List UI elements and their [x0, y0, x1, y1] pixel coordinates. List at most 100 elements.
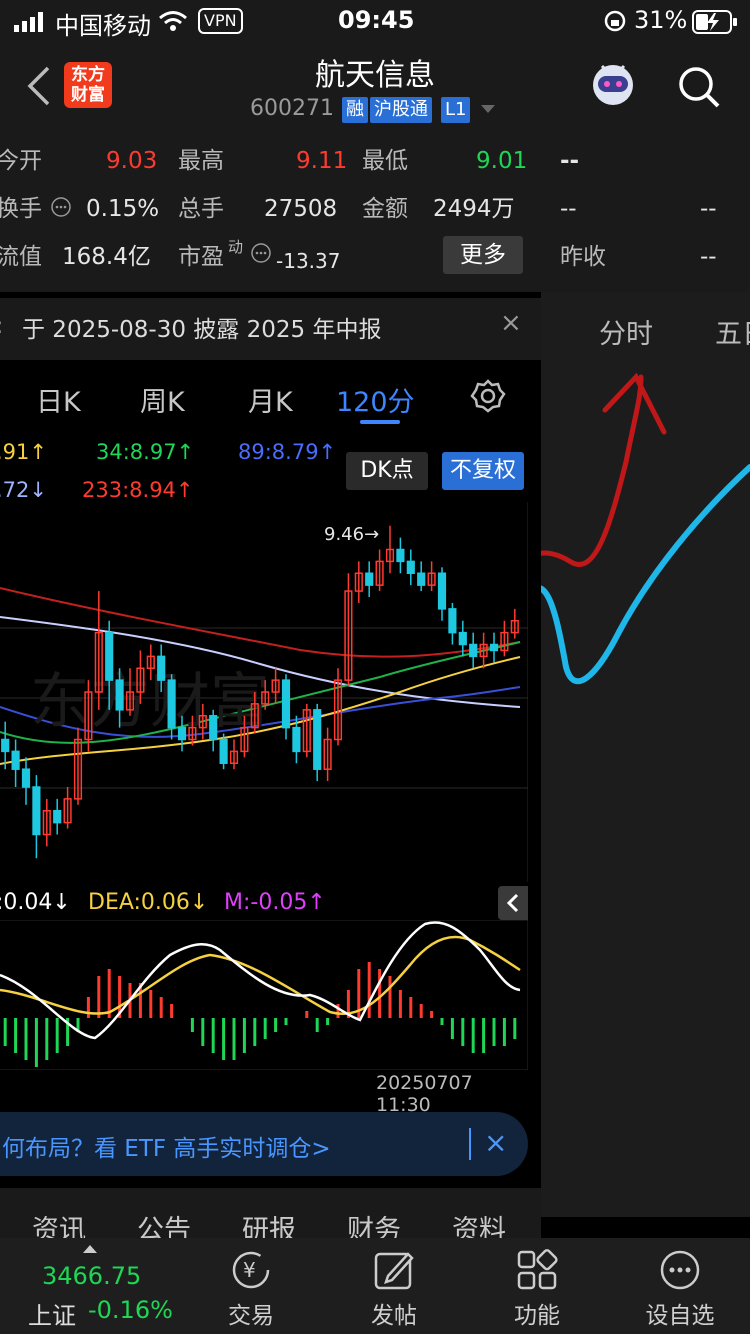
open-label: 今开: [0, 148, 42, 174]
right-value-1: --: [560, 196, 577, 222]
svg-text:¥: ¥: [243, 1258, 256, 1282]
vpn-badge: VPN: [198, 8, 243, 34]
candle-body: [313, 709, 322, 770]
candle-body: [417, 572, 426, 586]
robot-assistant-icon[interactable]: [588, 60, 638, 110]
trade-tab-label[interactable]: 交易: [191, 1296, 311, 1330]
candle-body: [115, 679, 124, 711]
info-icon[interactable]: [250, 242, 272, 264]
candle-body: [32, 786, 41, 836]
macd-legend-m: M:-0.05↑: [224, 890, 326, 915]
ma-legend-233: 233:8.94↑: [82, 478, 194, 502]
dea-line: [0, 935, 521, 1015]
high-value: 9.11: [296, 148, 348, 174]
open-value: 9.03: [106, 148, 158, 174]
banner-close-button[interactable]: ×: [484, 1126, 507, 1159]
candle-body: [209, 715, 218, 741]
candle-body: [167, 679, 176, 729]
right-price: --: [560, 148, 580, 174]
rotation-lock-icon: [604, 10, 626, 32]
post-icon[interactable]: [372, 1248, 416, 1292]
ma-legend-34: 34:8.97↑: [96, 440, 195, 464]
tab-120min[interactable]: 120分: [336, 380, 415, 419]
turnover-value: 0.15%: [86, 196, 160, 222]
candle-body: [177, 726, 187, 741]
function-grid-icon[interactable]: [515, 1248, 559, 1292]
watchlist-tab-label[interactable]: 设自选: [620, 1296, 740, 1330]
hand-drawn-annotation: [541, 372, 750, 685]
tab-announcements[interactable]: 公告: [137, 1208, 191, 1238]
tab-research[interactable]: 研报: [242, 1208, 296, 1238]
collapse-panel-button[interactable]: [498, 886, 528, 920]
ma-legend-89: 89:8.79↑: [238, 440, 337, 464]
mcap-label: 流值: [0, 244, 42, 270]
candle-body: [458, 631, 467, 646]
more-dots-icon[interactable]: [658, 1248, 702, 1292]
candle-body: [281, 679, 291, 729]
intraday-panel: 分时 五日: [541, 292, 750, 1217]
index-value[interactable]: 3466.75: [42, 1262, 141, 1290]
tab-daily-k[interactable]: 日K: [36, 380, 81, 419]
candle-body: [448, 608, 457, 634]
pe-label: 市盈: [178, 244, 224, 270]
candle-body: [396, 548, 405, 563]
macd-legend-dea: DEA:0.06↓: [88, 890, 209, 915]
tab-profile[interactable]: 资料: [452, 1208, 506, 1238]
banner-text[interactable]: 何布局？看 ETF 高手实时调仓>: [2, 1129, 331, 1163]
macd-legend-dif: :0.04↓: [0, 890, 71, 915]
trade-icon[interactable]: ¥: [229, 1248, 273, 1292]
battery-icon: [692, 10, 737, 34]
tab-monthly-k[interactable]: 月K: [248, 380, 293, 419]
candle-body: [53, 810, 62, 824]
up-arrow-icon: [83, 1245, 97, 1253]
right-value-2: --: [700, 196, 717, 222]
candle-body: [105, 631, 114, 681]
dropdown-icon[interactable]: [480, 104, 496, 114]
candle-body: [406, 560, 415, 574]
peak-price-label: 9.46→: [324, 524, 379, 545]
notice-bar[interactable]: : 于 2025-08-30 披露 2025 年中报 ×: [0, 298, 541, 360]
candle-body: [365, 572, 374, 586]
pe-value: -13.37: [276, 249, 341, 273]
carrier: 中国移动: [55, 12, 151, 40]
post-tab-label[interactable]: 发帖: [334, 1296, 454, 1330]
kline-chart[interactable]: .91↑ 34:8.97↑ 89:8.79↑ .72↓ 233:8.94↑ DK…: [0, 432, 528, 1116]
prev-close-label: 昨收: [560, 244, 606, 270]
index-name[interactable]: 上证: [28, 1296, 76, 1331]
candle-body: [1, 738, 10, 753]
info-tabs: 资讯 公告 研报 财务 资料: [0, 1188, 541, 1238]
candle-body: [11, 750, 20, 770]
tab-news[interactable]: 资讯: [32, 1208, 86, 1238]
volume-value: 27508: [264, 196, 338, 222]
tab-financials[interactable]: 财务: [347, 1208, 401, 1238]
low-label: 最低: [362, 148, 408, 174]
mcap-value: 168.4亿: [62, 244, 151, 270]
index-change[interactable]: -0.16%: [88, 1296, 173, 1324]
candle-body: [157, 655, 166, 681]
amount-value: 2494万: [433, 196, 515, 222]
wifi-icon: [159, 11, 187, 31]
active-tab-indicator: [360, 420, 400, 424]
candle-body: [21, 768, 31, 788]
settings-icon[interactable]: [470, 378, 506, 414]
dk-point-button[interactable]: DK点: [346, 452, 428, 490]
banner-divider: [469, 1128, 471, 1160]
volume-label: 总手: [178, 196, 224, 222]
notice-icon: :: [0, 314, 3, 339]
period-tabs: 日K 周K 月K 120分: [0, 360, 541, 432]
more-button[interactable]: 更多: [443, 236, 523, 274]
amount-label: 金额: [362, 196, 408, 222]
candle-body: [437, 572, 447, 610]
clock: 09:45: [338, 6, 415, 34]
ma-legend-2: .72↓: [0, 478, 47, 502]
search-icon[interactable]: [676, 64, 722, 110]
tab-weekly-k[interactable]: 周K: [140, 380, 185, 419]
candle-body: [292, 726, 301, 753]
function-tab-label[interactable]: 功能: [477, 1296, 597, 1330]
no-adjust-button[interactable]: 不复权: [442, 452, 524, 490]
info-icon[interactable]: [50, 196, 72, 218]
candle-body: [489, 643, 499, 652]
etf-banner[interactable]: 何布局？看 ETF 高手实时调仓> ×: [0, 1112, 528, 1176]
notice-close-button[interactable]: ×: [500, 308, 522, 338]
low-value: 9.01: [476, 148, 528, 174]
